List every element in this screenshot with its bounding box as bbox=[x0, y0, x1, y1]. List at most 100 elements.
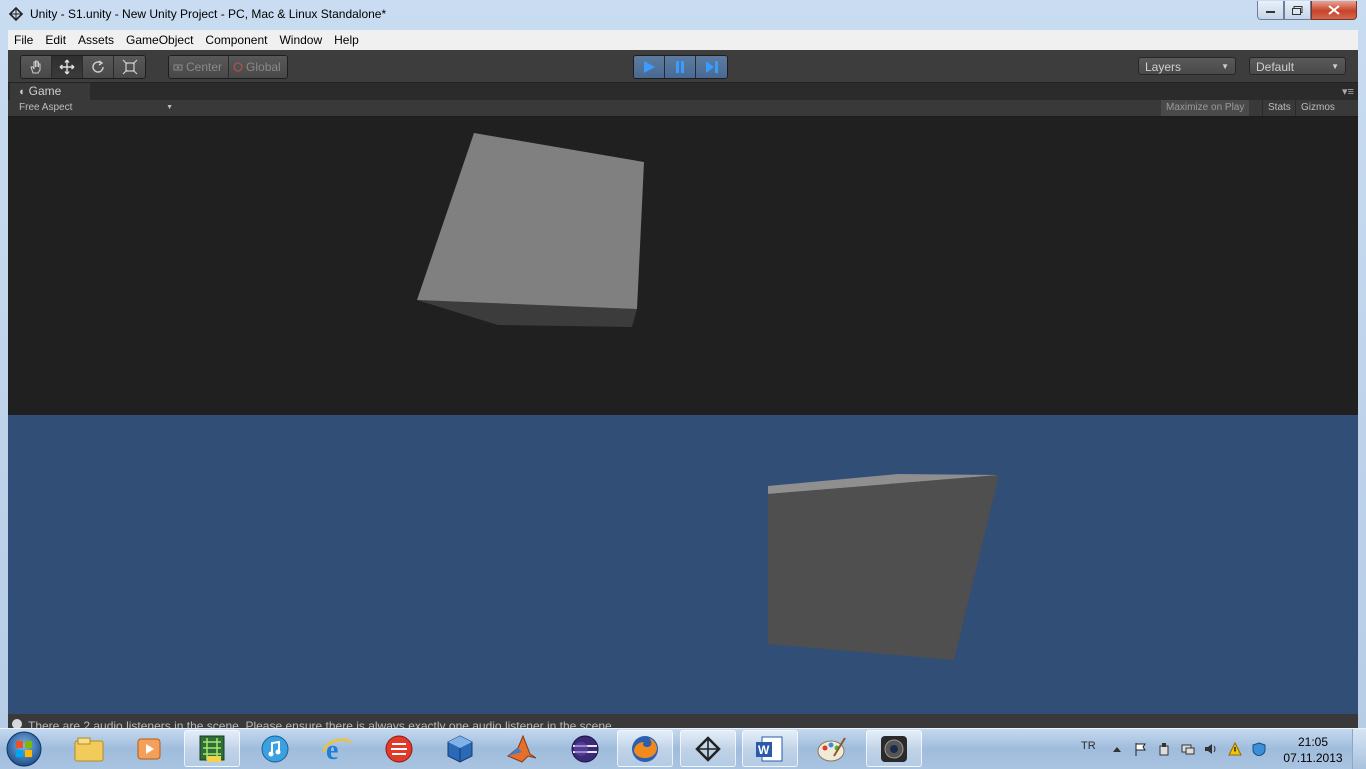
clock-date[interactable]: 07.11.2013 bbox=[1283, 751, 1343, 765]
virtualbox-icon bbox=[447, 734, 473, 763]
layers-label: Layers bbox=[1145, 60, 1182, 74]
unity-icon bbox=[8, 6, 24, 22]
chevron-down-icon: ▼ bbox=[166, 104, 173, 111]
maximize-on-play-toggle[interactable]: Maximize on Play bbox=[1161, 100, 1250, 116]
taskbar-app-circuit[interactable] bbox=[184, 730, 240, 767]
pacman-icon: ◖ bbox=[18, 86, 25, 98]
close-icon bbox=[1328, 5, 1340, 15]
transform-tools bbox=[20, 55, 146, 79]
paint-icon bbox=[817, 736, 846, 761]
windows-taskbar: e W TR 21:05 07.11.2013 bbox=[0, 728, 1366, 769]
red-app-icon bbox=[385, 735, 413, 762]
pivot-center-icon bbox=[173, 64, 183, 71]
media-player-icon bbox=[137, 738, 161, 759]
taskbar-app-camera[interactable] bbox=[866, 730, 922, 767]
step-button[interactable] bbox=[696, 56, 727, 78]
window-title: Unity - S1.unity - New Unity Project - P… bbox=[30, 7, 387, 21]
minimize-icon bbox=[1265, 11, 1275, 13]
matlab-icon bbox=[507, 734, 537, 763]
pivot-mode-button[interactable]: Center bbox=[169, 56, 230, 78]
start-button[interactable] bbox=[4, 730, 44, 768]
restore-button[interactable] bbox=[1284, 1, 1311, 20]
taskbar-app-explorer[interactable] bbox=[61, 730, 117, 767]
network-icon[interactable] bbox=[1181, 742, 1195, 756]
menu-gameobject[interactable]: GameObject bbox=[120, 30, 199, 50]
menu-window[interactable]: Window bbox=[273, 30, 328, 50]
top-camera-background bbox=[8, 117, 1358, 415]
layout-label: Default bbox=[1256, 60, 1295, 74]
pivot-rotation-label: Global bbox=[246, 60, 281, 74]
game-viewport[interactable] bbox=[8, 117, 1358, 714]
minimize-button[interactable] bbox=[1257, 1, 1284, 20]
unity-window: Unity - S1.unity - New Unity Project - P… bbox=[0, 0, 1366, 728]
show-desktop-button[interactable] bbox=[1352, 729, 1366, 769]
svg-text:W: W bbox=[758, 743, 770, 757]
menu-file[interactable]: File bbox=[8, 30, 39, 50]
security-shield-icon[interactable] bbox=[1252, 742, 1266, 756]
taskbar-app-paint[interactable] bbox=[804, 730, 860, 767]
taskbar-app-eclipse[interactable] bbox=[557, 730, 613, 767]
safely-remove-hardware-icon[interactable] bbox=[1157, 742, 1171, 756]
step-icon bbox=[705, 61, 718, 73]
gizmos-dropdown[interactable]: Gizmos bbox=[1295, 100, 1340, 116]
rotate-tool-button[interactable] bbox=[83, 56, 114, 78]
taskbar-app-media-player[interactable] bbox=[121, 730, 177, 767]
move-tool-button[interactable] bbox=[52, 56, 83, 78]
clock-time[interactable]: 21:05 bbox=[1290, 735, 1336, 749]
hand-tool-button[interactable] bbox=[21, 56, 52, 78]
scale-icon bbox=[122, 59, 137, 75]
play-icon bbox=[644, 61, 655, 73]
chevron-down-icon: ▼ bbox=[1221, 62, 1229, 71]
main-toolbar: Center Global Layers ▼ Default ▼ bbox=[8, 50, 1358, 83]
game-tab-label: Game bbox=[28, 84, 62, 98]
menu-bar: File Edit Assets GameObject Component Wi… bbox=[8, 30, 1358, 50]
close-button[interactable] bbox=[1311, 1, 1357, 20]
global-icon bbox=[233, 62, 243, 72]
hand-icon bbox=[30, 60, 41, 74]
restore-icon bbox=[1292, 5, 1303, 15]
volume-icon[interactable] bbox=[1204, 742, 1218, 756]
taskbar-app-virtualbox[interactable] bbox=[432, 730, 488, 767]
firefox-icon bbox=[632, 735, 658, 762]
taskbar-app-word[interactable]: W bbox=[742, 730, 798, 767]
taskbar-app-ie[interactable]: e bbox=[309, 730, 365, 767]
stats-toggle[interactable]: Stats bbox=[1262, 100, 1296, 116]
menu-help[interactable]: Help bbox=[328, 30, 365, 50]
rotate-icon bbox=[92, 60, 104, 73]
show-hidden-icons-icon[interactable] bbox=[1110, 742, 1124, 756]
move-icon bbox=[59, 59, 75, 75]
taskbar-app-unity[interactable] bbox=[680, 730, 736, 767]
word-icon: W bbox=[756, 736, 783, 761]
taskbar-app-itunes[interactable] bbox=[247, 730, 303, 767]
title-bar[interactable]: Unity - S1.unity - New Unity Project - P… bbox=[0, 0, 1366, 29]
action-center-flag-icon[interactable] bbox=[1133, 742, 1147, 756]
menu-component[interactable]: Component bbox=[199, 30, 273, 50]
pivot-mode-label: Center bbox=[186, 60, 223, 74]
game-render bbox=[8, 117, 1358, 714]
info-icon bbox=[12, 719, 22, 728]
unity-icon bbox=[695, 735, 721, 762]
language-indicator[interactable]: TR bbox=[1081, 740, 1096, 752]
aspect-dropdown[interactable]: Free Aspect ▼ bbox=[13, 100, 173, 116]
taskbar-app-firefox[interactable] bbox=[617, 730, 673, 767]
layers-dropdown[interactable]: Layers ▼ bbox=[1138, 57, 1236, 75]
play-button[interactable] bbox=[634, 56, 665, 78]
pivot-rotation-button[interactable]: Global bbox=[229, 56, 287, 78]
menu-assets[interactable]: Assets bbox=[72, 30, 120, 50]
panel-menu-icon[interactable]: ▾≡ bbox=[1342, 85, 1354, 98]
menu-edit[interactable]: Edit bbox=[39, 30, 72, 50]
taskbar-app-matlab[interactable] bbox=[494, 730, 550, 767]
scale-tool-button[interactable] bbox=[114, 56, 145, 78]
pivot-controls: Center Global bbox=[168, 55, 288, 79]
circuit-tool-icon bbox=[199, 735, 225, 762]
tab-game[interactable]: ◖ Game bbox=[10, 83, 90, 100]
status-bar[interactable]: There are 2 audio listeners in the scene… bbox=[8, 714, 1358, 728]
game-tab-bar: ◖ Game ▾≡ bbox=[8, 83, 1358, 100]
pause-button[interactable] bbox=[665, 56, 696, 78]
layout-dropdown[interactable]: Default ▼ bbox=[1249, 57, 1346, 75]
itunes-icon bbox=[261, 735, 289, 762]
bottom-camera-background bbox=[8, 415, 1358, 714]
taskbar-app-red[interactable] bbox=[371, 730, 427, 767]
warning-icon[interactable] bbox=[1228, 742, 1242, 756]
file-explorer-icon bbox=[74, 737, 104, 761]
